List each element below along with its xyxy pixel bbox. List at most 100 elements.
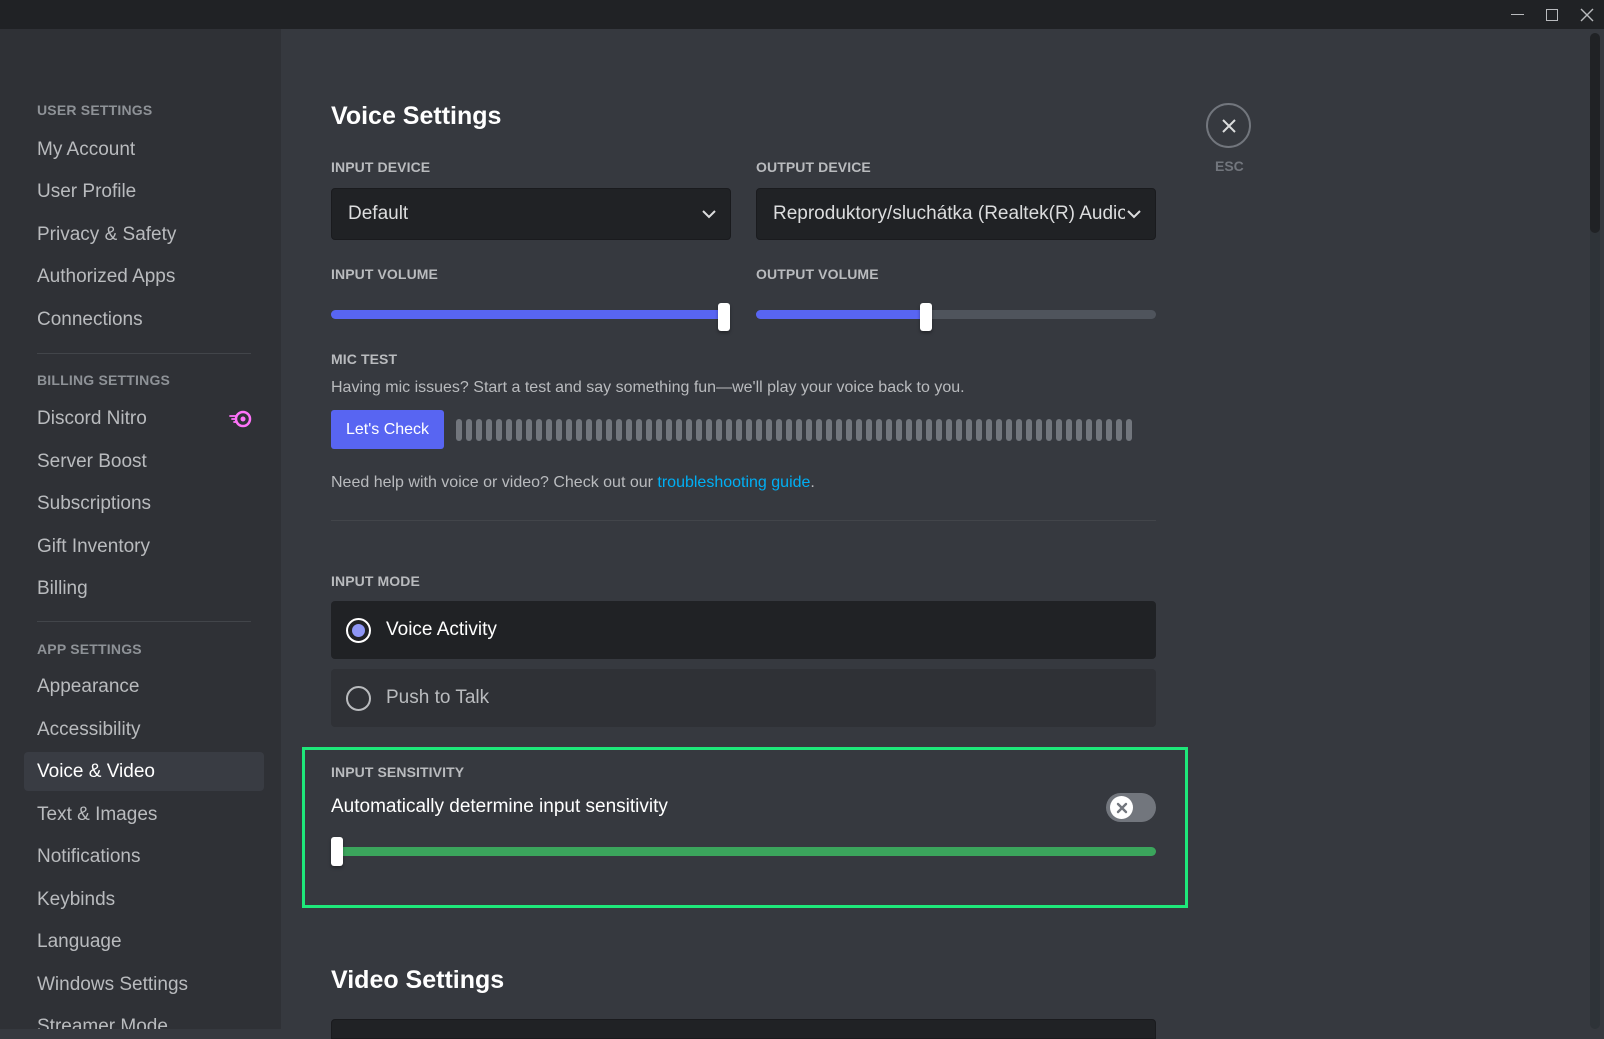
voice-settings-title: Voice Settings [331,102,502,130]
sidebar-header-user-settings: USER SETTINGS [37,102,153,118]
input-volume-label: INPUT VOLUME [331,266,438,282]
mic-test-label: MIC TEST [331,351,398,367]
meter-tick [696,419,702,441]
input-device-select[interactable]: Default [331,188,731,240]
sidebar-header-app-settings: APP SETTINGS [37,641,142,657]
video-preview-box [331,1019,1156,1039]
nitro-icon [229,410,252,428]
meter-tick [726,419,732,441]
meter-tick [826,419,832,441]
meter-tick [716,419,722,441]
meter-tick [856,419,862,441]
output-volume-handle[interactable] [920,303,932,331]
sidebar-item-voice-video[interactable]: Voice & Video [24,752,264,791]
sidebar-item-server-boost[interactable]: Server Boost [24,442,264,481]
meter-tick [996,419,1002,441]
sidebar-item-appearance[interactable]: Appearance [24,667,264,706]
output-device-label: OUTPUT DEVICE [756,159,871,175]
meter-tick [976,419,982,441]
meter-tick [626,419,632,441]
close-icon [1580,8,1594,21]
settings-sidebar: USER SETTINGS My Account User Profile Pr… [0,29,281,1029]
meter-tick [806,419,812,441]
meter-tick [876,419,882,441]
sidebar-item-label: Gift Inventory [37,535,150,557]
maximize-icon [1546,8,1558,21]
input-mode-voice-activity[interactable]: Voice Activity [331,601,1156,659]
meter-tick [476,419,482,441]
sidebar-item-privacy-safety[interactable]: Privacy & Safety [24,215,264,254]
output-volume-slider[interactable] [756,303,1156,331]
input-mode-label: INPUT MODE [331,573,420,589]
meter-tick [1086,419,1092,441]
sidebar-item-user-profile[interactable]: User Profile [24,172,264,211]
sidebar-item-streamer-mode[interactable]: Streamer Mode [24,1007,264,1030]
meter-tick [586,419,592,441]
meter-tick [736,419,742,441]
input-volume-slider[interactable] [331,303,730,331]
meter-tick [466,419,472,441]
minimize-button[interactable] [1500,0,1534,29]
close-window-button[interactable] [1570,0,1604,29]
title-bar [0,0,1604,29]
meter-tick [656,419,662,441]
input-volume-handle[interactable] [718,303,730,331]
meter-tick [636,419,642,441]
sidebar-item-subscriptions[interactable]: Subscriptions [24,484,264,523]
scrollbar-thumb[interactable] [1590,33,1600,233]
input-volume-fill [331,310,730,319]
meter-tick [616,419,622,441]
meter-tick [646,419,652,441]
meter-tick [816,419,822,441]
sidebar-item-label: Keybinds [37,888,116,910]
meter-tick [456,419,462,441]
sidebar-item-authorized-apps[interactable]: Authorized Apps [24,257,264,296]
help-text: Need help with voice or video? Check out… [331,474,815,492]
meter-tick [786,419,792,441]
sidebar-item-windows-settings[interactable]: Windows Settings [24,965,264,1004]
sidebar-item-label: Notifications [37,845,141,867]
troubleshooting-guide-link[interactable]: troubleshooting guide [657,474,810,491]
mic-level-meter [456,419,1132,441]
sidebar-item-label: Voice & Video [37,760,155,782]
maximize-button[interactable] [1535,0,1569,29]
sidebar-item-my-account[interactable]: My Account [24,130,264,169]
meter-tick [886,419,892,441]
sidebar-item-label: Windows Settings [37,973,189,995]
input-sensitivity-slider[interactable] [337,847,1156,856]
input-mode-push-to-talk[interactable]: Push to Talk [331,669,1156,727]
input-sensitivity-handle[interactable] [331,837,343,866]
meter-tick [766,419,772,441]
meter-tick [1116,419,1122,441]
meter-tick [526,419,532,441]
meter-tick [936,419,942,441]
sidebar-item-notifications[interactable]: Notifications [24,837,264,876]
meter-tick [916,419,922,441]
input-mode-option-label: Push to Talk [386,687,490,708]
sidebar-item-discord-nitro[interactable]: Discord Nitro [24,399,264,438]
meter-tick [986,419,992,441]
sidebar-item-label: Text & Images [37,803,158,825]
sidebar-item-label: Authorized Apps [37,265,176,287]
meter-tick [536,419,542,441]
meter-tick [566,419,572,441]
sidebar-item-billing[interactable]: Billing [24,569,264,608]
sidebar-item-gift-inventory[interactable]: Gift Inventory [24,527,264,566]
sidebar-item-accessibility[interactable]: Accessibility [24,710,264,749]
meter-tick [866,419,872,441]
meter-tick [1126,419,1132,441]
sidebar-item-keybinds[interactable]: Keybinds [24,880,264,919]
close-settings-button[interactable] [1206,103,1251,148]
sidebar-item-label: Accessibility [37,718,141,740]
auto-sensitivity-toggle[interactable] [1106,793,1156,822]
lets-check-button[interactable]: Let's Check [331,410,444,449]
output-device-select[interactable]: Reproduktory/sluchátka (Realtek(R) Audio… [756,188,1156,240]
sidebar-item-text-images[interactable]: Text & Images [24,795,264,834]
meter-tick [556,419,562,441]
meter-tick [846,419,852,441]
sidebar-item-language[interactable]: Language [24,922,264,961]
meter-tick [516,419,522,441]
sidebar-item-connections[interactable]: Connections [24,300,264,339]
radio-selected-icon [346,617,371,643]
scrollbar-track[interactable] [1590,33,1600,1029]
